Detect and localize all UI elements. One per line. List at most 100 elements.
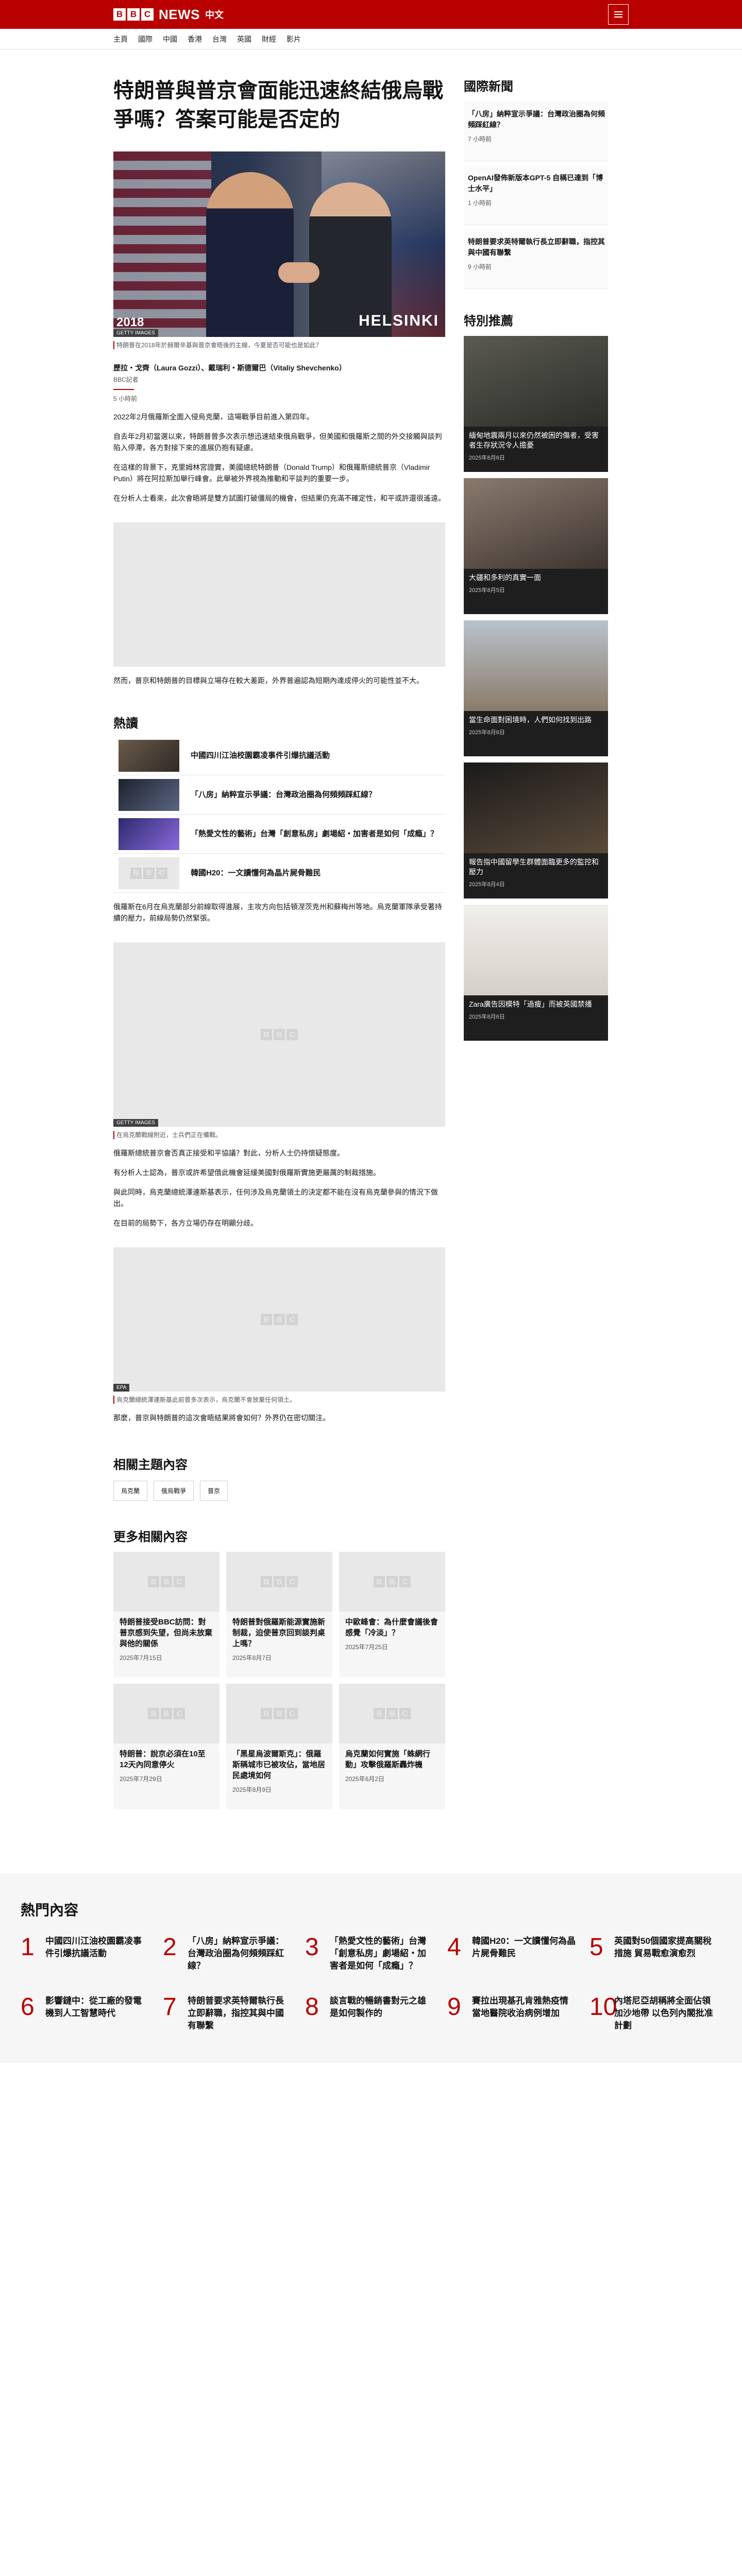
- featured-card-date: 2025年8月6日: [469, 455, 505, 461]
- featured-card-date: 2025年8月6日: [469, 1014, 505, 1020]
- footer-spacer: [0, 2063, 742, 2075]
- sidebar-news-date: 7 小時前: [468, 135, 492, 143]
- hero-location-text: HELSINKI: [358, 312, 439, 329]
- popular-item[interactable]: 10 內塔尼亞胡稱將全面佔領加沙地帶 以色列內閣批准計劃: [589, 1995, 718, 2032]
- hero-year-text: 2018: [116, 315, 144, 329]
- featured-card-title: 大疆和多利的真實一面: [469, 573, 541, 582]
- byline: 歷拉・戈齊（Laura Gozzi）、戴瑞利・斯德爾巴（Vitaliy Shev…: [113, 363, 445, 403]
- featured-card[interactable]: 報告指中國留學生群體面臨更多的監控和壓力 2025年8月4日: [464, 762, 608, 899]
- related-topics-list: 烏克蘭 俄烏戰爭 普京: [113, 1481, 445, 1501]
- bbc-news-logo[interactable]: B B C NEWS 中文: [113, 7, 224, 23]
- popular-title: 談言戰的暢銷書對元之雄是如何製作的: [330, 1996, 426, 2018]
- bbc-placeholder-logo: BBC: [374, 1576, 411, 1587]
- related-card[interactable]: BBC 烏克蘭如何實施「蛛網行動」攻擊俄羅斯轟炸機 2025年6月2日: [339, 1684, 445, 1809]
- featured-card-image: [464, 620, 608, 711]
- popular-item[interactable]: 7 特朗普要求英特爾執行長立即辭職，指控其與中國有聯繫: [163, 1995, 292, 2032]
- popular-item[interactable]: 6 影響鏈中：從工廠的發電機到人工智慧時代: [21, 1995, 149, 2032]
- popular-item[interactable]: 9 賽拉出現基孔肯雅熱疫情 當地醫院收治病例增加: [447, 1995, 576, 2032]
- popular-title: 特朗普要求英特爾執行長立即辭職，指控其與中國有聯繫: [188, 1996, 284, 2030]
- featured-card-date: 2025年8月5日: [469, 587, 505, 594]
- page-body: 特朗普與普京會面能迅速終結俄烏戰爭嗎？答案可能是否定的 2018 HELSINK…: [113, 49, 629, 1809]
- caption-accent: [113, 341, 114, 349]
- popular-item[interactable]: 3 「熱愛文性的藝術」台灣「創意私房」劇場紹・加害者是如何「成瘾」？: [305, 1935, 434, 1972]
- byline-divider: [113, 389, 134, 390]
- related-card-date: 2025年7月15日: [120, 1654, 162, 1662]
- related-card-title: 特朗普：說京必須在10至12天內同意停火: [120, 1750, 206, 1769]
- sidebar-news-item[interactable]: 「八房」納粹宣示爭議：台灣政治圈為何頻頻踩紅線？ 7 小時前: [464, 101, 608, 161]
- inline-image-caption: 烏克蘭總統澤連斯基此前曾多次表示，烏克蘭不會放棄任何領土。: [113, 1396, 445, 1404]
- popular-rank: 3: [305, 1934, 319, 1961]
- popular-rank: 10: [589, 1993, 617, 2021]
- author-org: BBC記者: [113, 376, 139, 383]
- nav-item-home[interactable]: 主頁: [113, 34, 128, 44]
- related-card-title: 「黑星烏波爾斯克」：俄羅斯稱城市已被攻佔，當地居民處境如何: [232, 1750, 326, 1780]
- related-card-date: 2025年7月29日: [120, 1775, 162, 1783]
- popular-item[interactable]: 2 「八房」納粹宣示爭議：台灣政治圈為何頻頻踩紅線？: [163, 1935, 292, 1972]
- related-card-title: 中歐峰會：為什麼會議後會感覺「冷淡」？: [345, 1618, 439, 1637]
- sidebar-news-title: 「八房」納粹宣示爭議：台灣政治圈為何頻頻踩紅線？: [468, 110, 605, 129]
- popular-item[interactable]: 8 談言戰的暢銷書對元之雄是如何製作的: [305, 1995, 434, 2032]
- nav-item-china[interactable]: 中國: [163, 34, 177, 44]
- article-paragraph: 俄羅斯在6月在烏克蘭部分前線取得進展，主攻方向包括頓涅茨克州和蘇梅州等地。烏克蘭…: [113, 903, 442, 922]
- popular-item[interactable]: 4 韓國H20：一文讀懂何為晶片屍骨難民: [447, 1935, 576, 1972]
- bbc-blocks: B B C: [113, 8, 154, 21]
- hot-read-item[interactable]: 中國四川江油校園霸凌事件引爆抗議活動: [113, 736, 445, 775]
- hot-read-item[interactable]: BBC 韓國H20：一文讀懂何為晶片屍骨難民: [113, 854, 445, 893]
- nav-item-video[interactable]: 影片: [286, 34, 301, 44]
- popular-title: 賽拉出現基孔肯雅熱疫情 當地醫院收治病例增加: [472, 1996, 568, 2018]
- featured-card-title: 當生命面對困境時，人們如何找到出路: [469, 716, 592, 724]
- logo-letter: B: [127, 8, 140, 21]
- popular-item[interactable]: 1 中國四川江油校園霸凌事件引爆抗議活動: [21, 1935, 149, 1972]
- nav-item-business[interactable]: 財經: [262, 34, 276, 44]
- sidebar-news-title: 特朗普要求英特爾執行長立即辭職，指控其與中國有聯繫: [468, 238, 605, 257]
- topic-tag[interactable]: 烏克蘭: [113, 1481, 148, 1501]
- related-card[interactable]: BBC 特朗普：說京必須在10至12天內同意停火 2025年7月29日: [113, 1684, 220, 1809]
- sidebar-news-item[interactable]: OpenAI發佈新版本GPT-5 自稱已達到「博士水平」 1 小時前: [464, 165, 608, 225]
- related-card[interactable]: BBC 特朗普接受BBC訪問：對普京感到失望，但尚未放棄與他的關係 2025年7…: [113, 1552, 220, 1677]
- inline-image: BBC GETTY IMAGES: [113, 942, 445, 1127]
- sidebar-news-title: OpenAI發佈新版本GPT-5 自稱已達到「博士水平」: [468, 174, 603, 193]
- related-card[interactable]: BBC 中歐峰會：為什麼會議後會感覺「冷淡」？ 2025年7月25日: [339, 1552, 445, 1677]
- related-card[interactable]: BBC 「黑星烏波爾斯克」：俄羅斯稱城市已被攻佔，當地居民處境如何 2025年8…: [226, 1684, 332, 1809]
- hot-read-thumbnail: [119, 778, 179, 811]
- sidebar-news-date: 1 小時前: [468, 199, 492, 207]
- article-paragraph: 有分析人士認為，普京或許希望借此機會延緩美國對俄羅斯實施更嚴厲的制裁措施。: [113, 1168, 380, 1177]
- featured-card[interactable]: 大疆和多利的真實一面 2025年8月5日: [464, 478, 608, 614]
- hot-read-title: 「熱愛文性的藝術」台灣「創意私房」劇場紹・加害者是如何「成瘾」？: [191, 829, 439, 838]
- bbc-placeholder-logo: BBC: [148, 1708, 185, 1719]
- caption-accent: [113, 1131, 114, 1139]
- popular-rank: 8: [305, 1993, 319, 2021]
- us-flag-backdrop: [113, 151, 211, 337]
- featured-card[interactable]: Zara廣告因模特「過瘦」而被英國禁播 2025年8月6日: [464, 905, 608, 1041]
- nav-item-uk[interactable]: 英國: [237, 34, 251, 44]
- topic-tag[interactable]: 普京: [200, 1481, 228, 1501]
- featured-card-title: Zara廣告因模特「過瘦」而被英國禁播: [469, 1000, 592, 1008]
- nav-item-taiwan[interactable]: 台灣: [212, 34, 227, 44]
- menu-button[interactable]: [608, 4, 629, 25]
- hot-read-title: 「八房」納粹宣示爭議：台灣政治圈為何頻頻踩紅線？: [191, 790, 377, 799]
- article-paragraph: 2022年2月俄羅斯全面入侵烏克蘭，這場戰爭目前進入第四年。: [113, 413, 314, 421]
- hot-reads-list: 中國四川江油校園霸凌事件引爆抗議活動 「八房」納粹宣示爭議：台灣政治圈為何頻頻踩…: [113, 736, 445, 893]
- topic-tag[interactable]: 俄烏戰爭: [154, 1481, 194, 1501]
- menu-icon: [614, 11, 622, 18]
- popular-heading: 熱門內容: [21, 1902, 79, 1918]
- featured-card-image: [464, 905, 608, 995]
- nav-item-world[interactable]: 國際: [138, 34, 153, 44]
- sidebar-news-item[interactable]: 特朗普要求英特爾執行長立即辭職，指控其與中國有聯繫 9 小時前: [464, 229, 608, 289]
- more-related-grid: BBC 特朗普接受BBC訪問：對普京感到失望，但尚未放棄與他的關係 2025年7…: [113, 1552, 445, 1809]
- related-card-title: 烏克蘭如何實施「蛛網行動」攻擊俄羅斯轟炸機: [345, 1750, 431, 1769]
- hot-read-item[interactable]: 「八房」納粹宣示爭議：台灣政治圈為何頻頻踩紅線？: [113, 775, 445, 815]
- bbc-placeholder-logo: BBC: [261, 1029, 298, 1040]
- popular-title: 影響鏈中：從工廠的發電機到人工智慧時代: [45, 1996, 142, 2018]
- language-label: 中文: [205, 10, 224, 20]
- featured-card[interactable]: 緬甸地震兩月以來仍然被困的傷者，受害者生存狀況令人擔憂 2025年8月6日: [464, 336, 608, 472]
- popular-item[interactable]: 5 英國對50個國家提高關稅措施 貿易戰愈演愈烈: [589, 1935, 718, 1972]
- article-paragraph: 與此同時，烏克蘭總統澤連斯基表示，任何涉及烏克蘭領土的決定都不能在沒有烏克蘭參與…: [113, 1188, 438, 1208]
- nav-item-hongkong[interactable]: 香港: [188, 34, 202, 44]
- hot-read-title: 中國四川江油校園霸凌事件引爆抗議活動: [191, 751, 330, 760]
- hot-read-item[interactable]: 「熱愛文性的藝術」台灣「創意私房」劇場紹・加害者是如何「成瘾」？: [113, 815, 445, 854]
- featured-card-date: 2025年8月4日: [469, 882, 505, 888]
- related-card-title: 特朗普對俄羅斯能源實施新制裁，迫使普京回到談判桌上嗎？: [232, 1618, 326, 1648]
- related-card[interactable]: BBC 特朗普對俄羅斯能源實施新制裁，迫使普京回到談判桌上嗎？ 2025年8月7…: [226, 1552, 332, 1677]
- featured-card[interactable]: 當生命面對困境時，人們如何找到出路 2025年8月6日: [464, 620, 608, 756]
